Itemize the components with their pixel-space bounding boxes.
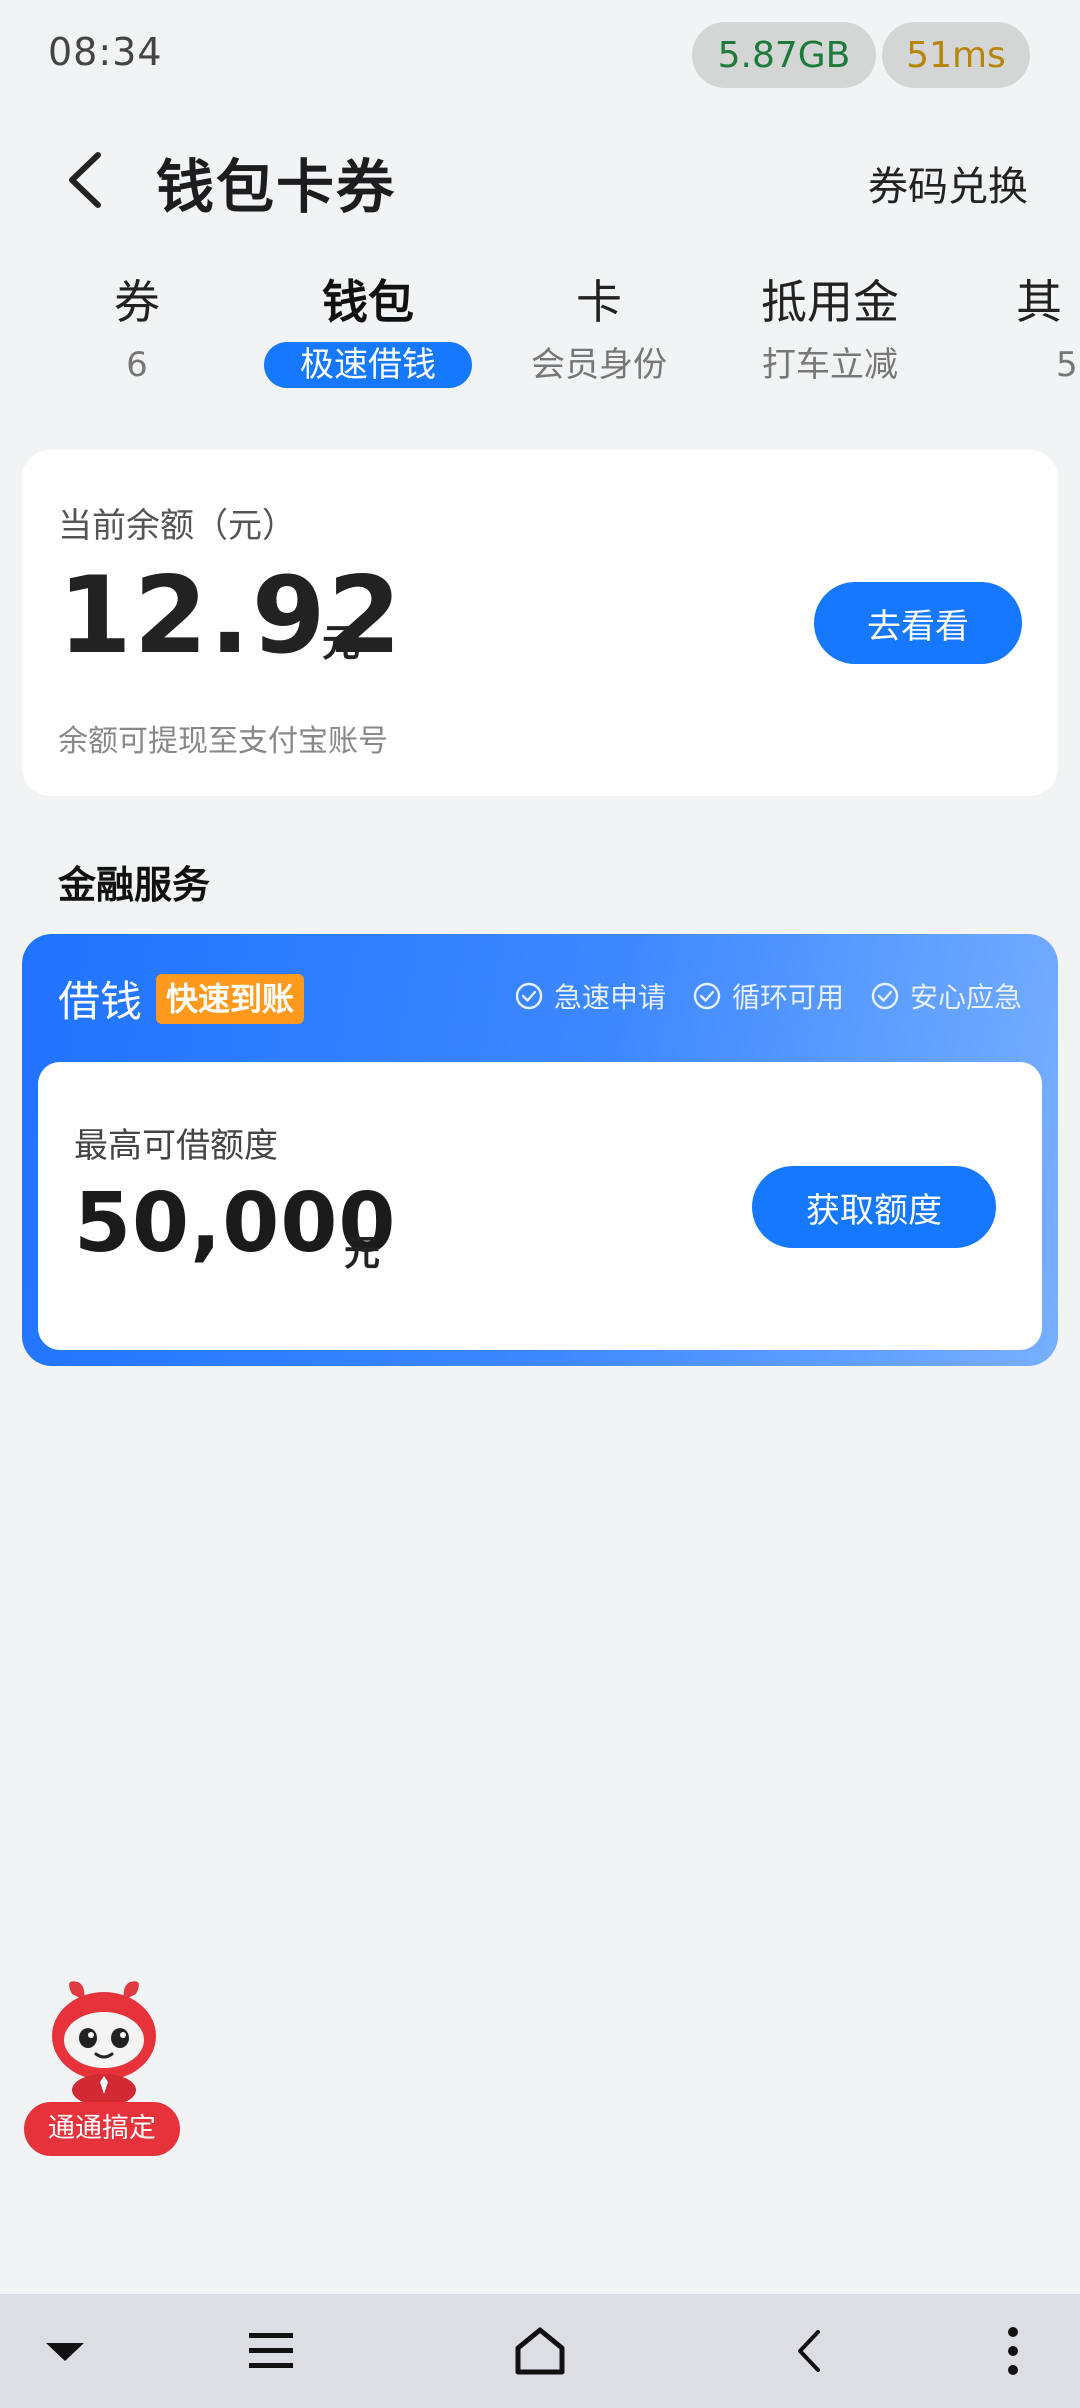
status-time: 08:34 (48, 30, 163, 74)
redeem-code-link[interactable]: 券码兑换 (868, 154, 1028, 212)
tab-wallet[interactable]: 钱包 极速借钱 (253, 270, 483, 388)
mascot-label: 通通搞定 (24, 2102, 180, 2156)
tab-title: 卡 (576, 275, 622, 329)
tab-other[interactable]: 其 5 (1000, 270, 1080, 388)
get-limit-button[interactable]: 获取额度 (752, 1166, 996, 1248)
tab-subtitle: 会员身份 (531, 345, 667, 385)
loan-limit-panel: 最高可借额度 50,000 元 获取额度 (38, 1062, 1042, 1350)
tab-subtitle: 6 (126, 345, 148, 385)
tab-title: 其 (1016, 275, 1062, 329)
nav-more-button[interactable] (976, 2314, 1050, 2388)
fast-arrival-badge: 快速到账 (156, 974, 305, 1024)
check-circle-icon (515, 982, 543, 1010)
balance-card: 当前余额（元） 12.92 元 去看看 余额可提现至支付宝账号 (22, 450, 1058, 796)
tab-subtitle: 5 (1056, 345, 1078, 385)
nav-back-button[interactable] (772, 2314, 846, 2388)
mascot-icon (52, 1980, 156, 2106)
screen: 08:34 5.87GB 51ms 钱包卡券 券码兑换 券 6 钱包 极速借钱 … (0, 0, 1080, 2408)
feature-item: 急速申请 (514, 976, 666, 1016)
balance-unit: 元 (322, 621, 361, 665)
page-title: 钱包卡券 (156, 153, 397, 221)
feature-label: 急速申请 (553, 981, 666, 1014)
nav-home-button[interactable] (503, 2314, 577, 2388)
limit-label: 最高可借额度 (74, 1126, 278, 1166)
limit-unit: 元 (344, 1233, 381, 1274)
feature-label: 安心应急 (909, 981, 1022, 1014)
nav-menu-button[interactable] (234, 2314, 308, 2388)
view-balance-button[interactable]: 去看看 (814, 582, 1022, 664)
feature-label: 循环可用 (731, 981, 844, 1014)
ping-badge: 51ms (882, 22, 1030, 88)
home-icon (515, 2327, 565, 2375)
tab-coupons[interactable]: 券 6 (22, 270, 252, 388)
balance-label: 当前余额（元） (58, 506, 296, 546)
feature-item: 安心应急 (870, 976, 1022, 1016)
check-circle-icon (693, 982, 721, 1010)
tab-title: 抵用金 (761, 275, 899, 329)
tab-subtitle: 打车立减 (762, 345, 898, 385)
nav-collapse-button[interactable] (28, 2314, 102, 2388)
status-bar: 08:34 5.87GB 51ms (0, 0, 1080, 110)
section-heading: 金融服务 (58, 863, 211, 907)
system-nav-bar (0, 2294, 1080, 2408)
loan-card[interactable]: 借钱 快速到账 急速申请 循环可用 安心应急 最高可借额度 50,000 元 获… (22, 934, 1058, 1366)
loan-features: 急速申请 循环可用 安心应急 (514, 976, 1022, 1016)
loan-title: 借钱 (58, 977, 143, 1026)
more-vertical-icon (1008, 2327, 1018, 2375)
tab-title: 钱包 (322, 275, 414, 329)
data-usage-badge: 5.87GB (692, 22, 876, 88)
tab-title: 券 (114, 275, 160, 329)
feature-item: 循环可用 (692, 976, 844, 1016)
tab-subtitle-badge: 极速借钱 (264, 342, 472, 388)
back-button[interactable] (48, 144, 120, 216)
mascot-widget[interactable]: 通通搞定 (24, 1974, 184, 2160)
chevron-down-icon (46, 2343, 84, 2361)
tab-vouchers[interactable]: 抵用金 打车立减 (715, 270, 945, 388)
balance-note: 余额可提现至支付宝账号 (58, 724, 388, 759)
header: 钱包卡券 券码兑换 (0, 120, 1080, 240)
check-circle-icon (871, 982, 899, 1010)
chevron-left-icon (69, 152, 101, 208)
tab-cards[interactable]: 卡 会员身份 (484, 270, 714, 388)
category-tabs: 券 6 钱包 极速借钱 卡 会员身份 抵用金 打车立减 其 5 (0, 270, 1080, 400)
back-arrow-icon (798, 2330, 820, 2372)
menu-icon (249, 2333, 293, 2368)
